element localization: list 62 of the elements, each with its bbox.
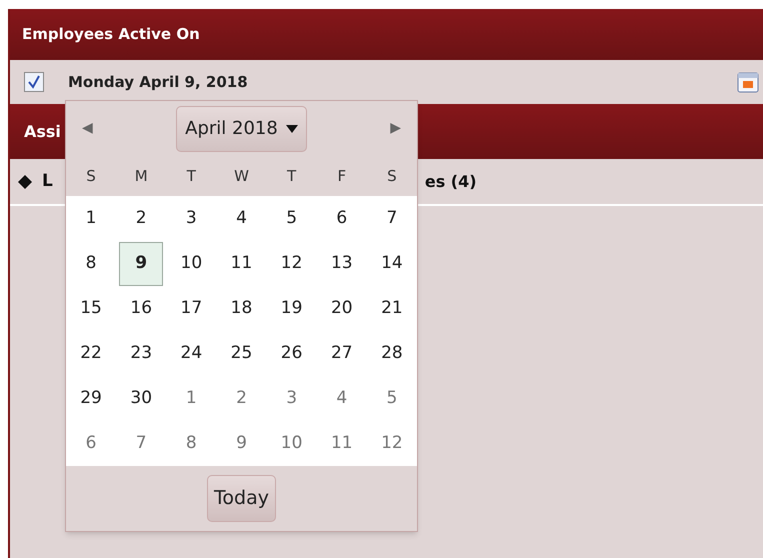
caret-icon xyxy=(286,124,298,132)
weekday-label: M xyxy=(134,166,148,187)
day-cell[interactable]: 24 xyxy=(169,332,214,376)
day-cell[interactable]: 22 xyxy=(69,332,114,376)
checkbox[interactable] xyxy=(24,72,44,92)
today-button[interactable]: Today xyxy=(207,475,276,522)
day-cell[interactable]: 12 xyxy=(270,242,314,286)
row-text: es (4) xyxy=(424,170,477,192)
day-cell[interactable]: 21 xyxy=(370,286,414,330)
day-cell[interactable]: 2 xyxy=(219,376,264,420)
day-cell[interactable]: 11 xyxy=(219,242,264,286)
month-dropdown[interactable]: April 2018 xyxy=(176,106,307,152)
day-cell[interactable]: 12 xyxy=(370,422,414,466)
row-text: L xyxy=(42,170,53,193)
day-cell[interactable]: 9 xyxy=(219,422,264,466)
day-cell[interactable]: 2 xyxy=(119,196,164,240)
day-cell[interactable]: 8 xyxy=(69,242,114,286)
day-cell[interactable]: 29 xyxy=(69,376,114,420)
day-cell[interactable]: 8 xyxy=(169,422,214,466)
day-cell[interactable]: 5 xyxy=(370,376,414,420)
day-cell[interactable]: 18 xyxy=(219,286,264,330)
day-cell[interactable]: 1 xyxy=(69,196,114,240)
next-month-button[interactable]: ▶ xyxy=(390,118,401,139)
day-cell[interactable]: 4 xyxy=(219,196,264,240)
day-cell[interactable]: 13 xyxy=(320,242,364,286)
weekday-label: S xyxy=(86,166,96,187)
day-cell[interactable]: 7 xyxy=(370,196,414,240)
panel-title: Employees Active On xyxy=(22,24,200,46)
day-cell[interactable]: 15 xyxy=(69,286,114,330)
day-cell[interactable]: 25 xyxy=(219,332,264,376)
day-cell[interactable]: 3 xyxy=(169,196,214,240)
day-cell[interactable]: 28 xyxy=(370,332,414,376)
weekday-label: W xyxy=(234,166,249,187)
day-cell[interactable]: 19 xyxy=(270,286,314,330)
day-cell[interactable]: 20 xyxy=(320,286,364,330)
day-cell[interactable]: 1 xyxy=(169,376,214,420)
weekday-label: S xyxy=(387,166,397,187)
diamond-icon xyxy=(18,174,32,188)
weekday-label: T xyxy=(287,166,296,187)
day-cell[interactable]: 6 xyxy=(69,422,114,466)
day-cell[interactable]: 6 xyxy=(320,196,364,240)
day-cell[interactable]: 4 xyxy=(320,376,364,420)
day-cell[interactable]: 26 xyxy=(270,332,314,376)
day-cell[interactable]: 14 xyxy=(370,242,414,286)
calendar-icon[interactable] xyxy=(737,71,759,93)
date-value: Monday April 9, 2018 xyxy=(68,72,248,93)
day-cell[interactable]: 9 xyxy=(119,242,164,286)
day-cell[interactable]: 27 xyxy=(320,332,364,376)
weekday-label: T xyxy=(186,166,196,187)
day-cell[interactable]: 17 xyxy=(169,286,214,330)
day-cell[interactable]: 10 xyxy=(169,242,214,286)
day-cell[interactable]: 10 xyxy=(270,422,314,466)
previous-month-button[interactable]: ◀ xyxy=(82,118,93,139)
day-cell[interactable]: 3 xyxy=(270,376,314,420)
day-cell[interactable]: 30 xyxy=(119,376,164,420)
day-cell[interactable]: 23 xyxy=(119,332,164,376)
weekday-label: F xyxy=(337,166,346,187)
day-cell[interactable]: 16 xyxy=(119,286,164,330)
day-cell[interactable]: 5 xyxy=(270,196,314,240)
section-title: Assi xyxy=(24,120,61,142)
day-cell[interactable]: 7 xyxy=(119,422,164,466)
day-cell[interactable]: 11 xyxy=(320,422,364,466)
